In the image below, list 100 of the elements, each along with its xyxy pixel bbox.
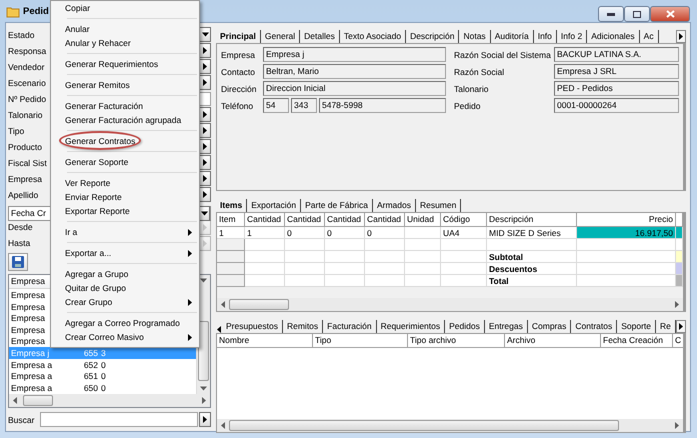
- menu-item[interactable]: Exportar Reporte: [53, 204, 197, 218]
- horizontal-scrollbar[interactable]: [217, 298, 683, 311]
- list-row[interactable]: Empresa a 650 0: [9, 382, 196, 394]
- scrollbar-thumb[interactable]: [229, 299, 289, 310]
- submenu-arrow-icon: [187, 250, 193, 256]
- menu-item[interactable]: Ir a: [53, 225, 197, 239]
- readonly-field[interactable]: BACKUP LATINA S.A.: [554, 47, 679, 62]
- column-header[interactable]: Cantidad: [325, 213, 365, 227]
- picker-button[interactable]: [199, 107, 211, 122]
- form-label: Talonario: [454, 84, 490, 94]
- menu-item[interactable]: Generar Soporte: [53, 155, 197, 169]
- tab[interactable]: Auditoría: [490, 30, 534, 43]
- menu-item[interactable]: Anular: [53, 22, 197, 36]
- column-header[interactable]: [676, 213, 683, 227]
- menu-item[interactable]: Agregar a Correo Programado: [53, 316, 197, 330]
- readonly-field[interactable]: Beltran, Mario: [263, 64, 446, 79]
- tab-scroll-button[interactable]: [676, 320, 686, 333]
- dropdown-button[interactable]: [199, 27, 211, 42]
- table-cell: [325, 263, 365, 275]
- table-cell: [365, 239, 405, 251]
- filter-label: Responsa: [8, 46, 48, 56]
- column-header[interactable]: Descripción: [487, 213, 577, 227]
- menu-item[interactable]: Generar Contratos: [53, 134, 197, 148]
- column-header[interactable]: Archivo: [505, 334, 601, 348]
- readonly-field[interactable]: Empresa j: [263, 47, 446, 62]
- maximize-button[interactable]: [624, 6, 650, 22]
- scrollbar-thumb[interactable]: [198, 320, 209, 381]
- price-cell[interactable]: 16.917,50: [577, 227, 676, 239]
- form-label: Dirección: [221, 84, 258, 94]
- menu-item[interactable]: Crear Grupo: [53, 295, 197, 309]
- tab[interactable]: Texto Asociado: [340, 30, 406, 43]
- menu-item[interactable]: Ver Reporte: [53, 176, 197, 190]
- readonly-field[interactable]: PED - Pedidos: [554, 81, 679, 96]
- minimize-button[interactable]: [598, 6, 624, 22]
- tab[interactable]: Info: [534, 30, 557, 43]
- picker-button[interactable]: [199, 75, 211, 90]
- readonly-field[interactable]: 343: [291, 98, 317, 113]
- picker-button[interactable]: [199, 139, 211, 154]
- menu-item[interactable]: Generar Facturación agrupada: [53, 113, 197, 127]
- tab-scroll-button[interactable]: [676, 30, 686, 43]
- column-header[interactable]: Nombre: [217, 334, 313, 348]
- save-button[interactable]: [8, 253, 28, 272]
- picker-button[interactable]: [199, 155, 211, 170]
- picker-button[interactable]: [199, 171, 211, 186]
- scroll-right-icon: [201, 396, 207, 404]
- column-header[interactable]: Tipo archivo: [408, 334, 505, 348]
- list-row[interactable]: Empresa a 651 0: [9, 370, 196, 382]
- tab[interactable]: Adicionales: [587, 30, 640, 43]
- menu-item[interactable]: Crear Correo Masivo: [53, 330, 197, 344]
- column-header[interactable]: Cantidad: [365, 213, 405, 227]
- column-header[interactable]: Unidad: [405, 213, 441, 227]
- tab[interactable]: Ac: [640, 30, 659, 43]
- column-header[interactable]: C: [673, 334, 684, 348]
- scrollbar-thumb[interactable]: [229, 420, 619, 431]
- column-header[interactable]: Cantidad: [285, 213, 325, 227]
- picker-button[interactable]: [199, 187, 211, 202]
- menu-item[interactable]: Agregar a Grupo: [53, 267, 197, 281]
- readonly-field[interactable]: 0001-00000264: [554, 98, 679, 113]
- horizontal-scrollbar[interactable]: [217, 419, 683, 432]
- menu-item[interactable]: Quitar de Grupo: [53, 281, 197, 295]
- readonly-field[interactable]: 5478-5998: [319, 98, 446, 113]
- picker-button[interactable]: [199, 43, 211, 58]
- arrow-right-icon: [202, 159, 208, 166]
- close-button[interactable]: [650, 6, 690, 22]
- tab[interactable]: Info 2: [556, 30, 588, 43]
- scrollbar-thumb[interactable]: [23, 394, 53, 406]
- menu-item[interactable]: Exportar a...: [53, 246, 197, 260]
- menu-item[interactable]: Enviar Reporte: [53, 190, 197, 204]
- folder-icon: [6, 4, 20, 18]
- form-label: Pedido: [454, 100, 482, 110]
- column-header[interactable]: Item: [217, 213, 245, 227]
- arrow-right-icon: [202, 79, 208, 86]
- readonly-field[interactable]: 54: [263, 98, 289, 113]
- readonly-field[interactable]: Empresa J SRL: [554, 64, 679, 79]
- search-field[interactable]: [40, 412, 198, 428]
- menu-item[interactable]: Generar Facturación: [53, 99, 197, 113]
- arrow-right-icon: [202, 47, 208, 54]
- tab[interactable]: Descripción: [406, 30, 460, 43]
- list-row[interactable]: Empresa a 652 0: [9, 358, 196, 370]
- table-cell: [365, 275, 405, 287]
- tab[interactable]: Detalles: [300, 30, 340, 43]
- tab[interactable]: General: [260, 30, 300, 43]
- column-header[interactable]: Cantidad: [245, 213, 285, 227]
- picker-button[interactable]: [199, 59, 211, 74]
- menu-item[interactable]: Anular y Rehacer: [53, 36, 197, 50]
- tab[interactable]: Principal: [216, 30, 261, 43]
- search-button[interactable]: [199, 412, 211, 428]
- column-header[interactable]: Precio: [577, 213, 676, 227]
- column-header[interactable]: Código: [441, 213, 487, 227]
- picker-button[interactable]: [199, 123, 211, 138]
- table-cell: [365, 263, 405, 275]
- menu-item[interactable]: Generar Remitos: [53, 78, 197, 92]
- readonly-field[interactable]: Direccion Inicial: [263, 81, 446, 96]
- menu-item[interactable]: Generar Requerimientos: [53, 57, 197, 71]
- horizontal-scrollbar[interactable]: [9, 394, 210, 407]
- column-header[interactable]: Fecha Creación: [601, 334, 673, 348]
- tab[interactable]: Notas: [459, 30, 491, 43]
- menu-item[interactable]: Copiar: [53, 1, 197, 15]
- filter-label: Talonario: [8, 110, 44, 120]
- column-header[interactable]: Tipo: [313, 334, 408, 348]
